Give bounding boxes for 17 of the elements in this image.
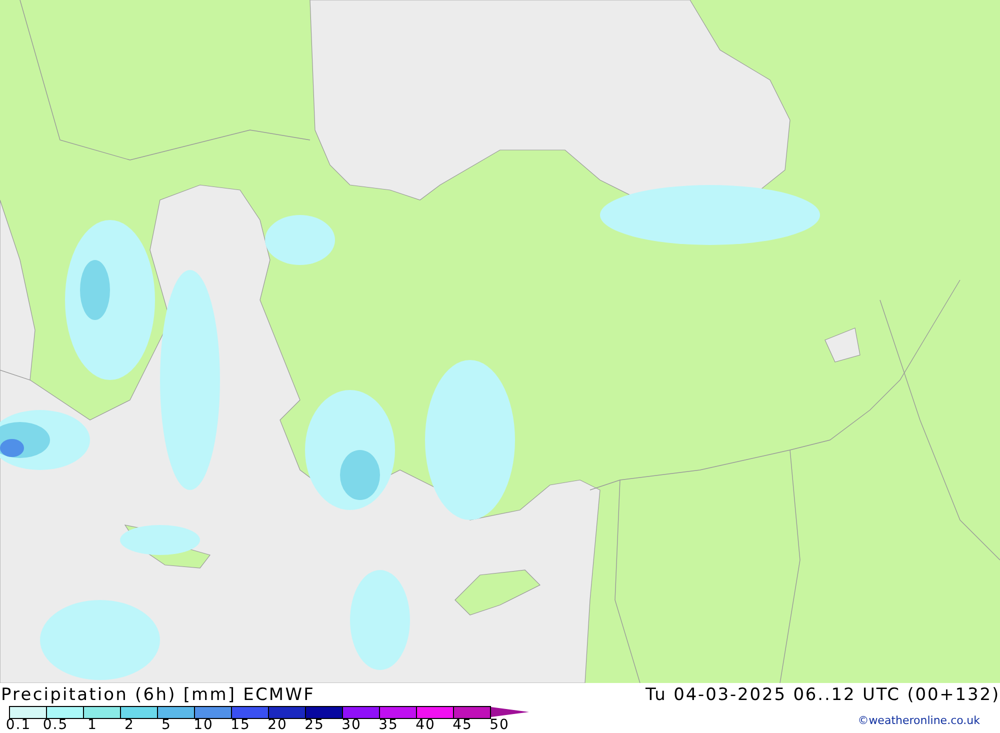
- legend-label: 15: [230, 718, 252, 733]
- valid-time: Tu 04-03-2025 06..12 UTC (00+132): [645, 684, 1000, 704]
- legend-label: 20: [266, 718, 288, 733]
- legend-label: 50: [488, 718, 510, 733]
- legend-label: 5: [160, 718, 172, 733]
- credit-text: ©weatheronline.co.uk: [858, 714, 980, 727]
- legend-label: 45: [452, 718, 474, 733]
- legend-label: 40: [414, 718, 436, 733]
- legend-label: 10: [192, 718, 214, 733]
- legend-label: 0.1: [4, 718, 32, 733]
- legend-label: 2: [124, 718, 136, 733]
- legend-label: 0.5: [42, 718, 70, 733]
- legend-label: 35: [378, 718, 400, 733]
- map-title: Precipitation (6h) [mm] ECMWF: [1, 684, 315, 704]
- legend-label: 1: [86, 718, 98, 733]
- legend-label: 25: [304, 718, 326, 733]
- legend-label: 30: [340, 718, 362, 733]
